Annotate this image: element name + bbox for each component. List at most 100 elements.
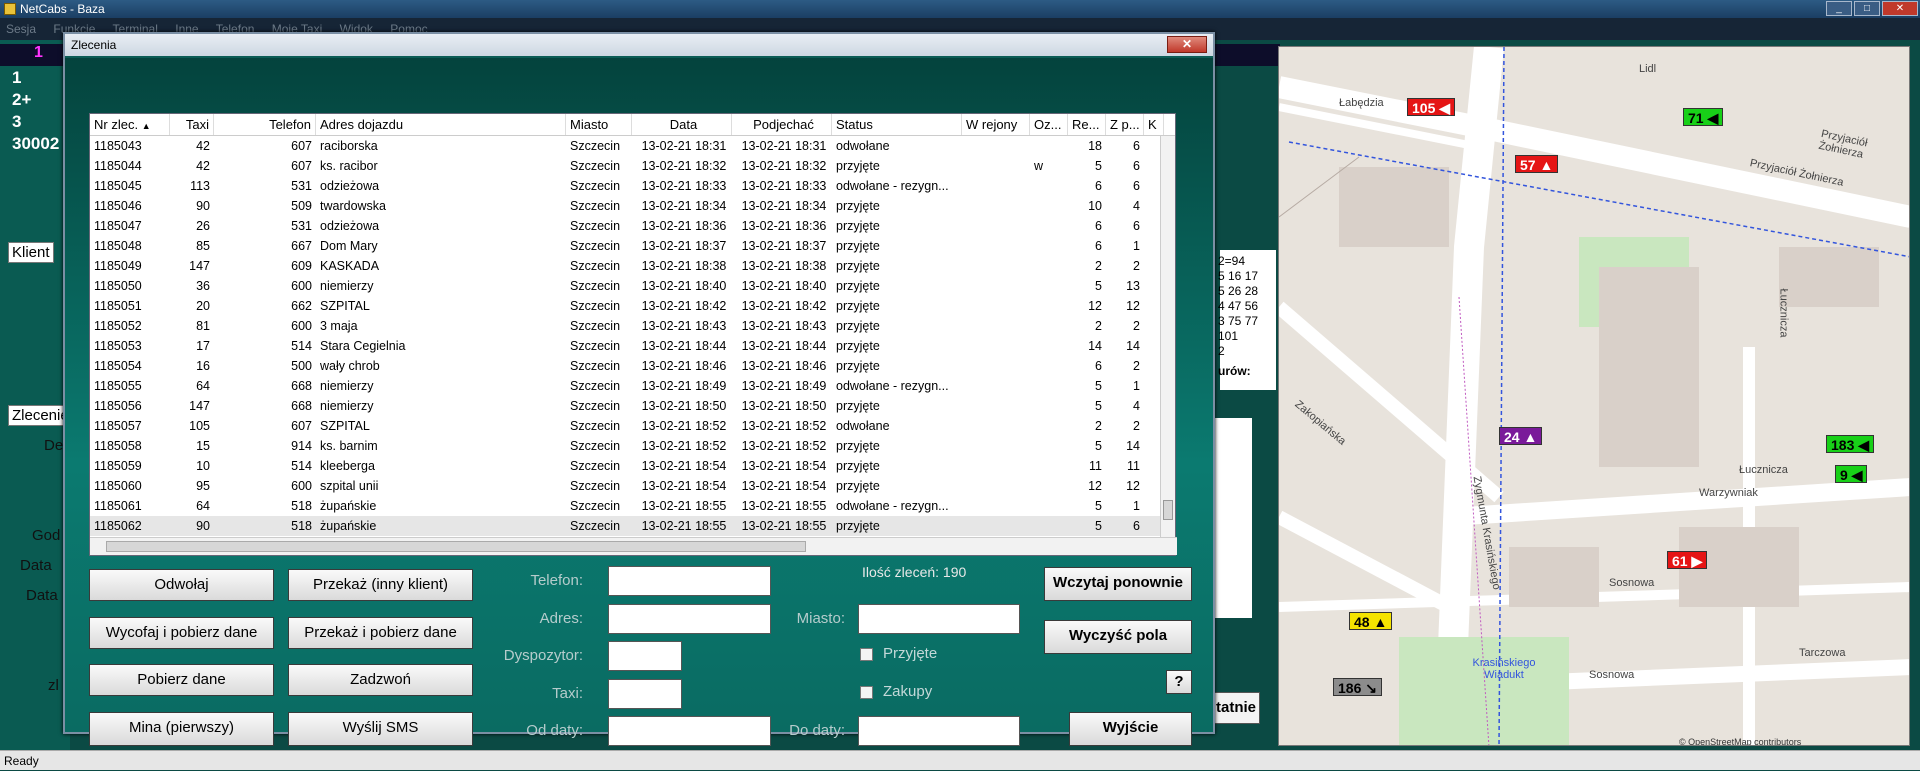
- table-row[interactable]: 1185047 26 531 odzieżowa Szczecin 13-02-21 18…: [90, 216, 1162, 236]
- mina-button[interactable]: Mina (pierwszy): [89, 712, 274, 746]
- wyslij-sms-button[interactable]: Wyślij SMS: [288, 712, 473, 746]
- table-row[interactable]: 1185057 105 607 SZPITAL Szczecin 13-02-21 18:…: [90, 416, 1162, 436]
- przyjete-label: Przyjęte: [883, 645, 938, 662]
- minimize-button[interactable]: _: [1826, 1, 1852, 16]
- table-cell: żupańskie: [320, 499, 377, 513]
- bg-label: zl: [48, 677, 59, 694]
- przyjete-checkbox[interactable]: [860, 648, 873, 661]
- table-cell: [962, 376, 1030, 396]
- col-header[interactable]: Z p...: [1106, 114, 1144, 135]
- table-row[interactable]: 1185062 90 518 żupańskie Szczecin 13-02-21 18…: [90, 516, 1162, 536]
- taxi-marker[interactable]: 9 ◀: [1835, 465, 1868, 483]
- taxi-marker[interactable]: 186 ↘: [1333, 678, 1382, 696]
- dialog-close-button[interactable]: ✕: [1167, 36, 1207, 53]
- table-cell: kleeberga: [320, 459, 375, 473]
- table-row[interactable]: 1185058 15 914 ks. barnim Szczecin 13-02-21 1…: [90, 436, 1162, 456]
- orders-grid[interactable]: Nr zlec. ▲ Taxi Telefon Adres dojazdu Mi…: [89, 113, 1177, 556]
- table-cell: odwołane: [836, 419, 890, 433]
- col-header[interactable]: W rejony: [962, 114, 1030, 135]
- taxi-marker[interactable]: 61 ▶: [1667, 551, 1708, 569]
- queue-item[interactable]: 3: [12, 111, 59, 133]
- grid-horizontal-scrollbar[interactable]: [90, 537, 1177, 555]
- table-cell: przyjęte: [836, 299, 880, 313]
- taxi-marker[interactable]: 71 ◀: [1683, 108, 1724, 126]
- taxi-marker[interactable]: 105 ◀: [1407, 98, 1456, 116]
- taxi-input[interactable]: [608, 679, 682, 709]
- col-header[interactable]: Adres dojazdu: [316, 114, 566, 135]
- table-row[interactable]: 1185061 64 518 żupańskie Szczecin 13-02-21 18…: [90, 496, 1162, 516]
- table-cell: Szczecin: [570, 459, 621, 473]
- telefon-input[interactable]: [608, 566, 771, 596]
- table-cell: 36: [196, 279, 210, 293]
- table-cell: Szczecin: [570, 179, 621, 193]
- col-header[interactable]: Telefon: [214, 114, 316, 135]
- col-header[interactable]: Miasto: [566, 114, 632, 135]
- table-row[interactable]: 1185055 64 668 niemierzy Szczecin 13-02-21 18…: [90, 376, 1162, 396]
- adres-input[interactable]: [608, 604, 771, 634]
- queue-item[interactable]: 2+: [12, 89, 59, 111]
- col-header[interactable]: Re...: [1068, 114, 1106, 135]
- od-daty-input[interactable]: [608, 716, 771, 746]
- miasto-input[interactable]: [858, 604, 1020, 634]
- table-row[interactable]: 1185053 17 514 Stara Cegielnia Szczecin 13-02…: [90, 336, 1162, 356]
- do-daty-input[interactable]: [858, 716, 1020, 746]
- taxi-marker[interactable]: 57 ▲: [1515, 155, 1559, 173]
- wycofaj-pobierz-button[interactable]: Wycofaj i pobierz dane: [89, 617, 274, 649]
- table-cell: 1185062: [94, 519, 142, 533]
- taxi-marker[interactable]: 24 ▲: [1499, 427, 1543, 445]
- table-cell: 13-02-21 18:44: [641, 339, 727, 353]
- table-row[interactable]: 1185052 81 600 3 maja Szczecin 13-02-21 18:43…: [90, 316, 1162, 336]
- table-row[interactable]: 1185045 113 531 odzieżowa Szczecin 13-02-21 1…: [90, 176, 1162, 196]
- table-cell: Szczecin: [570, 439, 621, 453]
- taxi-marker[interactable]: 183 ◀: [1826, 435, 1875, 453]
- wczytaj-ponownie-button[interactable]: Wczytaj ponownie: [1044, 567, 1192, 601]
- table-row[interactable]: 1185049 147 609 KASKADA Szczecin 13-02-21 18:…: [90, 256, 1162, 276]
- table-row[interactable]: 1185044 42 607 ks. racibor Szczecin 13-02-21 …: [90, 156, 1162, 176]
- table-cell: 16: [196, 359, 210, 373]
- queue-item[interactable]: 30002: [12, 133, 59, 155]
- table-row[interactable]: 1185043 42 607 raciborska Szczecin 13-02-21 1…: [90, 136, 1162, 156]
- col-header[interactable]: Oz...: [1030, 114, 1068, 135]
- col-header[interactable]: Nr zlec. ▲: [90, 114, 170, 135]
- table-row[interactable]: 1185050 36 600 niemierzy Szczecin 13-02-21 18…: [90, 276, 1162, 296]
- przekaz-inny-klient-button[interactable]: Przekaż (inny klient): [288, 569, 473, 601]
- table-row[interactable]: 1185056 147 668 niemierzy Szczecin 13-02-21 1…: [90, 396, 1162, 416]
- help-button[interactable]: ?: [1166, 670, 1192, 694]
- menu-sesja[interactable]: Sesja: [6, 22, 36, 36]
- table-row[interactable]: 1185059 10 514 kleeberga Szczecin 13-02-21 18…: [90, 456, 1162, 476]
- maximize-button[interactable]: □: [1854, 1, 1880, 16]
- city-map[interactable]: Łabędzia Przyjaciół Żołnierza Przyjaciół…: [1278, 46, 1910, 746]
- table-cell: [1030, 436, 1068, 456]
- table-cell: 13-02-21 18:55: [741, 499, 827, 513]
- table-row[interactable]: 1185046 90 509 twardowska Szczecin 13-02-21 1…: [90, 196, 1162, 216]
- table-cell: 1: [1133, 239, 1140, 253]
- close-button[interactable]: ✕: [1882, 1, 1918, 16]
- wyjscie-button[interactable]: Wyjście: [1069, 712, 1192, 746]
- table-cell: 13-02-21 18:43: [741, 319, 827, 333]
- table-row[interactable]: 1185051 20 662 SZPITAL Szczecin 13-02-21 18:4…: [90, 296, 1162, 316]
- tab-1[interactable]: 1: [34, 44, 43, 62]
- table-cell: 147: [189, 399, 210, 413]
- table-row[interactable]: 1185060 95 600 szpital unii Szczecin 13-02-21…: [90, 476, 1162, 496]
- przekaz-pobierz-button[interactable]: Przekaż i pobierz dane: [288, 617, 473, 649]
- background-button[interactable]: tatnie: [1212, 692, 1260, 724]
- table-cell: 668: [291, 399, 312, 413]
- zadzwon-button[interactable]: Zadzwoń: [288, 664, 473, 696]
- grid-vertical-scrollbar[interactable]: [1160, 136, 1175, 537]
- table-row[interactable]: 1185048 85 667 Dom Mary Szczecin 13-02-21 18:…: [90, 236, 1162, 256]
- zakupy-checkbox[interactable]: [860, 686, 873, 699]
- odwolaj-button[interactable]: Odwołaj: [89, 569, 274, 601]
- col-header[interactable]: Podjechać: [732, 114, 832, 135]
- bg-label: Data: [20, 557, 52, 574]
- col-header[interactable]: K: [1144, 114, 1164, 135]
- table-cell: 2: [1095, 319, 1102, 333]
- table-row[interactable]: 1185054 16 500 wały chrob Szczecin 13-02-21 1…: [90, 356, 1162, 376]
- col-header[interactable]: Taxi: [170, 114, 214, 135]
- dyspozytor-input[interactable]: [608, 641, 682, 671]
- queue-item[interactable]: 1: [12, 67, 59, 89]
- wyczysc-pola-button[interactable]: Wyczyść pola: [1044, 620, 1192, 654]
- col-header[interactable]: Data: [632, 114, 732, 135]
- pobierz-dane-button[interactable]: Pobierz dane: [89, 664, 274, 696]
- taxi-marker[interactable]: 48 ▲: [1349, 612, 1393, 630]
- col-header[interactable]: Status: [832, 114, 962, 135]
